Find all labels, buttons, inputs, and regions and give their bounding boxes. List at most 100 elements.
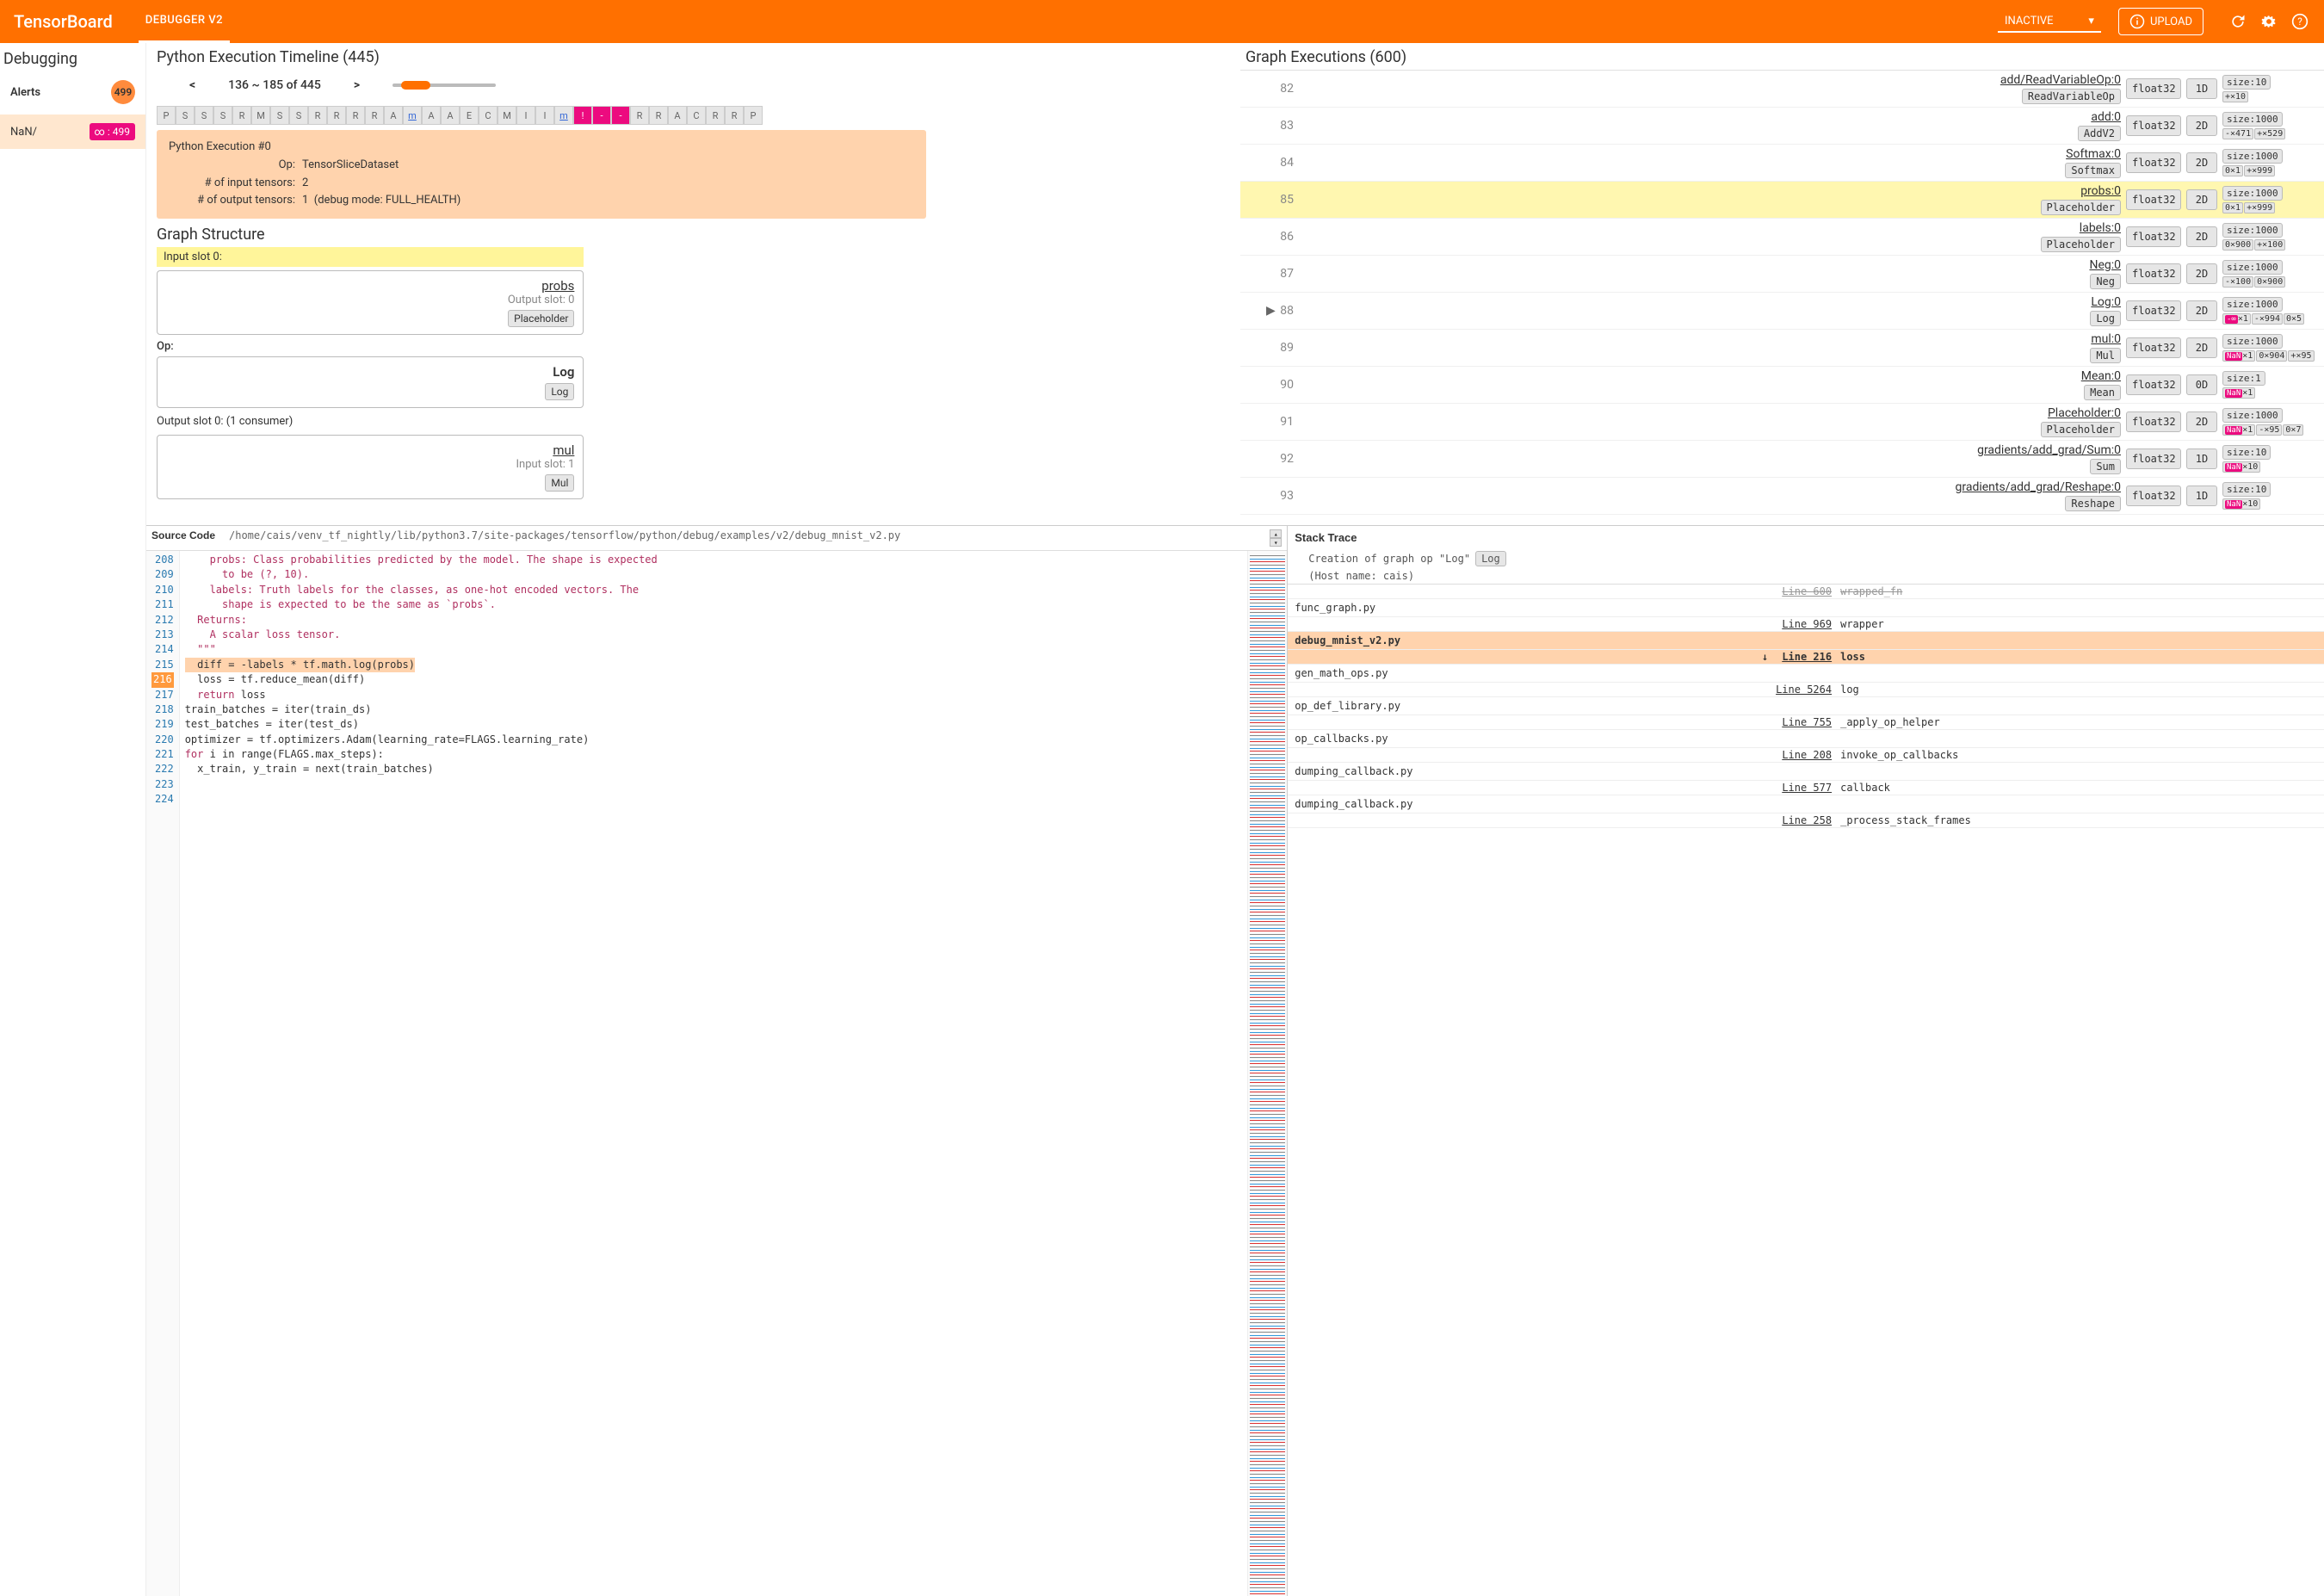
timeline-tick[interactable]: R (346, 106, 365, 125)
timeline-tick[interactable]: S (213, 106, 232, 125)
output-slot-box[interactable]: mul Input slot: 1 Mul (157, 435, 584, 499)
stack-line[interactable]: Line 208invoke_op_callbacks (1288, 748, 2324, 763)
exec-op-name[interactable]: Mean:0 (1299, 369, 2121, 383)
output-op-name[interactable]: mul (166, 442, 574, 458)
exec-op-name[interactable]: Placeholder:0 (1299, 406, 2121, 420)
timeline-tick[interactable]: M (251, 106, 270, 125)
refresh-button[interactable] (2228, 11, 2248, 32)
graph-exec-row[interactable]: ▶ 88Log:0Logfloat322Dsize:1000-∞×1-×9940… (1240, 293, 2324, 330)
upload-button[interactable]: UPLOAD (2118, 8, 2203, 35)
graph-exec-row[interactable]: 92gradients/add_grad/Sum:0Sumfloat321Dsi… (1240, 441, 2324, 478)
exec-op-name[interactable]: gradients/add_grad/Reshape:0 (1299, 480, 2121, 494)
settings-button[interactable] (2259, 11, 2279, 32)
timeline-tick[interactable]: E (460, 106, 479, 125)
stack-line[interactable]: Line 755_apply_op_helper (1288, 715, 2324, 730)
timeline-tick[interactable]: C (687, 106, 706, 125)
graph-exec-row[interactable]: 87Neg:0Negfloat322Dsize:1000-×1000×900 (1240, 256, 2324, 293)
stack-file[interactable]: gen_math_ops.py (1288, 665, 2324, 683)
exec-dtype: float32 (2126, 263, 2181, 284)
graph-exec-row[interactable]: 83add:0AddV2float322Dsize:1000-×471+×529 (1240, 108, 2324, 145)
source-head-label: Source Code (151, 529, 229, 541)
timeline-tick[interactable]: m (554, 106, 573, 125)
exec-op-name[interactable]: Softmax:0 (1299, 147, 2121, 161)
timeline-tick[interactable]: P (157, 106, 176, 125)
timeline-tick[interactable]: A (384, 106, 403, 125)
stack-line[interactable]: Line 5264log (1288, 683, 2324, 697)
stack-file[interactable]: dumping_callback.py (1288, 763, 2324, 781)
timeline-tick[interactable]: A (668, 106, 687, 125)
timeline-tick[interactable]: S (176, 106, 195, 125)
timeline-tick[interactable]: - (611, 106, 630, 125)
timeline-tick[interactable]: R (630, 106, 649, 125)
exec-op-name[interactable]: mul:0 (1299, 332, 2121, 346)
input-slot-box[interactable]: probs Output slot: 0 Placeholder (157, 270, 584, 335)
timeline-tick[interactable]: R (308, 106, 327, 125)
graph-exec-list[interactable]: 82add/ReadVariableOp:0ReadVariableOpfloa… (1240, 70, 2324, 517)
help-button[interactable]: ? (2290, 11, 2310, 32)
source-minimap[interactable] (1247, 551, 1287, 1596)
graph-exec-row[interactable]: 89mul:0Mulfloat322Dsize:1000NaN×10×904+×… (1240, 330, 2324, 367)
timeline-tick[interactable]: A (441, 106, 460, 125)
graph-exec-row[interactable]: 84Softmax:0Softmaxfloat322Dsize:10000×1+… (1240, 145, 2324, 182)
exec-op: probs:0Placeholder (1299, 184, 2121, 215)
timeline-tick[interactable]: S (289, 106, 308, 125)
timeline-tick[interactable]: ! (573, 106, 592, 125)
info-icon (2129, 14, 2145, 29)
exec-op-name[interactable]: labels:0 (1299, 221, 2121, 235)
stack-file[interactable]: dumping_callback.py (1288, 795, 2324, 813)
timeline-tick[interactable]: R (706, 106, 725, 125)
stack-line[interactable]: Line 577callback (1288, 781, 2324, 795)
input-op-name[interactable]: probs (166, 278, 574, 294)
stack-file[interactable]: op_callbacks.py (1288, 730, 2324, 748)
exec-op-name[interactable]: add/ReadVariableOp:0 (1299, 73, 2121, 87)
graph-exec-row[interactable]: 93gradients/add_grad/Reshape:0Reshapeflo… (1240, 478, 2324, 515)
timeline-tick[interactable]: I (516, 106, 535, 125)
nan-alert-row[interactable]: NaN/ ∞: 499 (0, 114, 145, 149)
timeline-tick[interactable]: R (327, 106, 346, 125)
timeline-tick[interactable]: R (365, 106, 384, 125)
timeline-tick[interactable]: R (725, 106, 744, 125)
stack-file[interactable]: func_graph.py (1288, 599, 2324, 617)
stack-line[interactable]: Line 969wrapper (1288, 617, 2324, 632)
graph-exec-row[interactable]: 91Placeholder:0Placeholderfloat322Dsize:… (1240, 404, 2324, 441)
chevron-down-icon: ▾ (2088, 15, 2094, 28)
stepper-down-icon[interactable]: ▾ (1270, 538, 1282, 547)
timeline-tick[interactable]: M (498, 106, 516, 125)
timeline-tick[interactable]: S (270, 106, 289, 125)
status-dropdown[interactable]: INACTIVE ▾ (1998, 11, 2101, 33)
stack-line[interactable]: ↓Line 216loss (1288, 650, 2324, 665)
tab-debugger[interactable]: DEBUGGER V2 (139, 0, 230, 43)
timeline-next[interactable]: > (347, 75, 367, 96)
source-code[interactable]: probs: Class probabilities predicted by … (180, 551, 1248, 1596)
timeline-prev[interactable]: < (182, 75, 202, 96)
exec-op-name[interactable]: Neg:0 (1299, 258, 2121, 272)
exec-size: size:1000NaN×10×904+×95 (2222, 334, 2317, 362)
graph-exec-row[interactable]: 82add/ReadVariableOp:0ReadVariableOpfloa… (1240, 71, 2324, 108)
exec-dtype: float32 (2126, 448, 2181, 469)
timeline-tick[interactable]: P (744, 106, 763, 125)
exec-op-name[interactable]: Log:0 (1299, 295, 2121, 309)
exec-dims: 2D (2186, 263, 2217, 284)
timeline-slider[interactable] (392, 84, 1199, 87)
exec-op-name[interactable]: gradients/add_grad/Sum:0 (1299, 443, 2121, 457)
exec-dims: 1D (2186, 78, 2217, 99)
timeline-tick[interactable]: A (422, 106, 441, 125)
timeline-tick[interactable]: m (403, 106, 422, 125)
source-file-stepper[interactable]: ▴ ▾ (1270, 529, 1282, 547)
timeline-tick[interactable]: R (649, 106, 668, 125)
timeline-tick[interactable]: S (195, 106, 213, 125)
stepper-up-icon[interactable]: ▴ (1270, 529, 1282, 538)
timeline-tick[interactable]: - (592, 106, 611, 125)
stack-file[interactable]: debug_mnist_v2.py (1288, 632, 2324, 650)
timeline-tick[interactable]: R (232, 106, 251, 125)
timeline-tick[interactable]: I (535, 106, 554, 125)
stack-file[interactable]: op_def_library.py (1288, 697, 2324, 715)
exec-op-name[interactable]: probs:0 (1299, 184, 2121, 198)
stack-trace-list[interactable]: Line 600wrapped_fnfunc_graph.pyLine 969w… (1288, 584, 2324, 1596)
stack-line[interactable]: Line 258_process_stack_frames (1288, 813, 2324, 828)
exec-op-name[interactable]: add:0 (1299, 110, 2121, 124)
timeline-tick[interactable]: C (479, 106, 498, 125)
graph-exec-row[interactable]: 86labels:0Placeholderfloat322Dsize:10000… (1240, 219, 2324, 256)
graph-exec-row[interactable]: 85probs:0Placeholderfloat322Dsize:10000×… (1240, 182, 2324, 219)
graph-exec-row[interactable]: 90Mean:0Meanfloat320Dsize:1NaN×1 (1240, 367, 2324, 404)
